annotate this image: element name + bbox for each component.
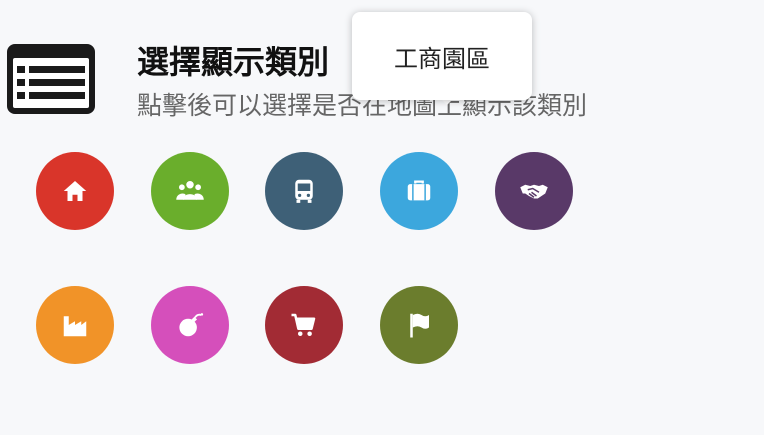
category-tooltip: 工商園區: [352, 12, 532, 100]
home-icon: [63, 181, 87, 201]
shopping-cart-icon: [291, 313, 316, 336]
bus-icon: [295, 179, 313, 203]
category-transport-button[interactable]: [265, 152, 343, 230]
panel-title: 選擇顯示類別: [137, 43, 330, 81]
category-business-button[interactable]: [380, 152, 458, 230]
handshake-icon: [520, 184, 548, 199]
category-selector-panel: 選擇顯示類別 點擊後可以選擇是否在地圖上顯示該類別 工商園區: [0, 0, 764, 435]
briefcase-icon: [407, 180, 431, 201]
category-factory-button[interactable]: [36, 286, 114, 364]
bomb-icon: [179, 313, 204, 337]
factory-icon: [63, 316, 87, 337]
flag-icon: [410, 313, 429, 338]
category-landmark-button[interactable]: [380, 286, 458, 364]
list-icon: [7, 44, 95, 114]
category-hazard-button[interactable]: [151, 286, 229, 364]
people-group-icon: [176, 181, 204, 200]
category-community-button[interactable]: [151, 152, 229, 230]
category-home-button[interactable]: [36, 152, 114, 230]
category-shopping-button[interactable]: [265, 286, 343, 364]
category-industrial-park-button[interactable]: [495, 152, 573, 230]
